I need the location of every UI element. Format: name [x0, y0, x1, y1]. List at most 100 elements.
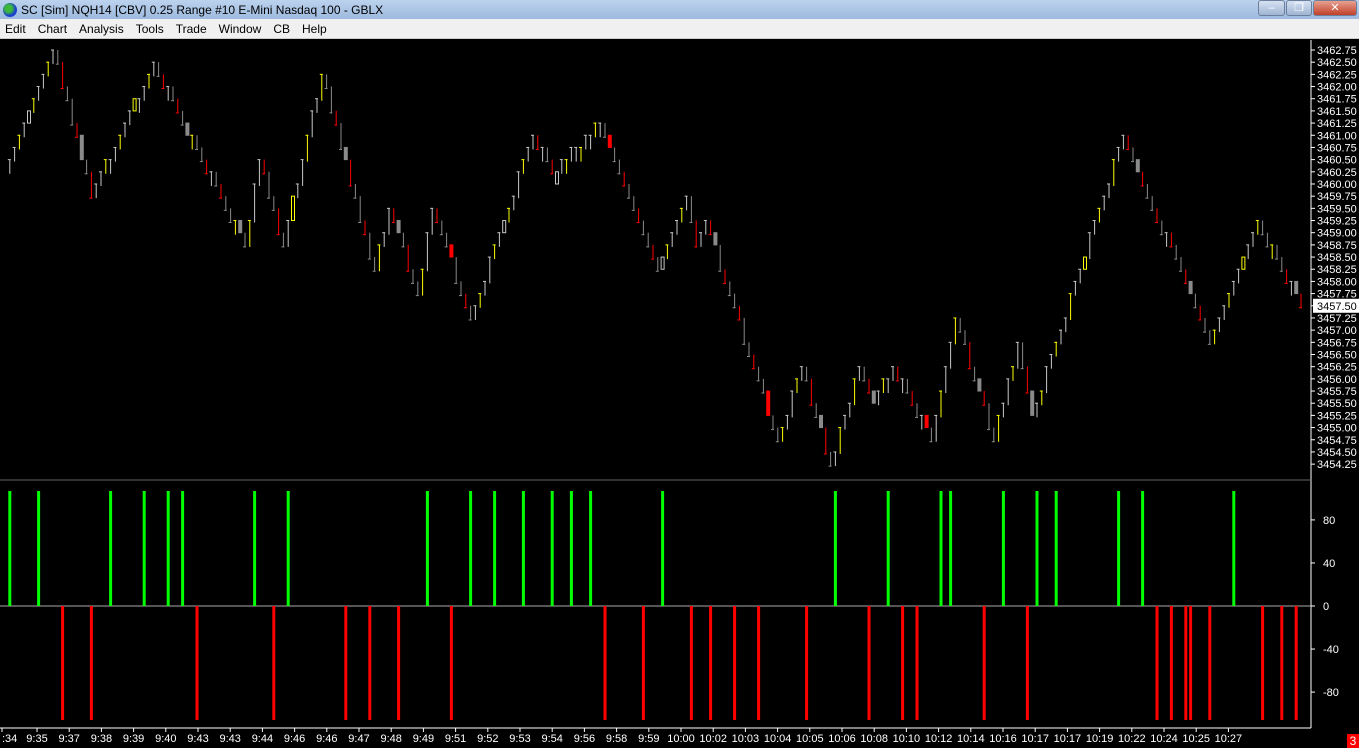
price-bar — [555, 171, 559, 185]
restore-button[interactable]: ❐ — [1286, 0, 1312, 16]
price-label: 3460.25 — [1317, 167, 1357, 179]
price-label: 3457.25 — [1317, 313, 1357, 325]
negative-bar — [61, 606, 65, 720]
time-label: 9:49 — [413, 733, 434, 745]
time-label: 9:58 — [606, 733, 627, 745]
time-label: 10:27 — [1215, 733, 1243, 745]
price-bar — [1083, 256, 1087, 270]
time-label: 10:19 — [1086, 733, 1114, 745]
negative-bar — [89, 606, 93, 720]
price-bar — [238, 220, 243, 234]
price-bar — [79, 134, 84, 161]
price-label: 3459.75 — [1317, 191, 1357, 203]
negative-bar — [195, 606, 199, 720]
negative-bar — [1294, 606, 1298, 720]
time-label: 10:12 — [925, 733, 953, 745]
price-bar — [1188, 280, 1193, 295]
menu-help[interactable]: Help — [297, 22, 334, 36]
price-bar — [396, 220, 401, 234]
price-label: 3458.25 — [1317, 264, 1357, 276]
negative-bar — [757, 606, 761, 720]
time-label: 10:14 — [957, 733, 985, 745]
time-label: 10:05 — [796, 733, 824, 745]
price-bar — [291, 195, 295, 222]
price-bar — [343, 146, 348, 161]
negative-bar — [915, 606, 919, 720]
price-label: 3456.75 — [1317, 337, 1357, 349]
menu-tools[interactable]: Tools — [131, 22, 171, 36]
price-label: 3460.75 — [1317, 142, 1357, 154]
positive-bar — [1141, 491, 1145, 606]
price-bar — [607, 134, 612, 148]
price-bar — [713, 232, 718, 246]
price-label: 3457.50 — [1317, 301, 1357, 313]
positive-bar — [949, 491, 953, 606]
window-title: SC [Sim] NQH14 [CBV] 0.25 Range #10 E-Mi… — [21, 2, 384, 17]
positive-bar — [8, 491, 12, 606]
price-bar — [1030, 390, 1035, 416]
time-label: 9:52 — [477, 733, 498, 745]
time-label: 9:38 — [91, 733, 112, 745]
time-label: 10:22 — [1118, 733, 1146, 745]
negative-bar — [805, 606, 809, 720]
close-button[interactable]: ✕ — [1313, 0, 1357, 16]
time-label: :34 — [2, 733, 17, 745]
positive-bar — [1035, 491, 1039, 606]
time-label: 9:35 — [26, 733, 47, 745]
time-label: 10:00 — [667, 733, 695, 745]
negative-bar — [1025, 606, 1029, 720]
positive-bar — [569, 491, 573, 606]
title-bar: SC [Sim] NQH14 [CBV] 0.25 Range #10 E-Mi… — [0, 0, 1359, 19]
time-label: 9:53 — [509, 733, 530, 745]
time-label: 10:04 — [764, 733, 792, 745]
time-label: 9:43 — [219, 733, 240, 745]
price-bar — [185, 122, 190, 136]
price-label: 3455.00 — [1317, 423, 1357, 435]
time-label: 9:59 — [638, 733, 659, 745]
price-bar — [819, 414, 823, 429]
positive-bar — [142, 491, 146, 606]
price-label: 3462.00 — [1317, 82, 1357, 94]
negative-bar — [1184, 606, 1188, 720]
menu-edit[interactable]: Edit — [0, 22, 33, 36]
minimize-button[interactable]: – — [1258, 0, 1285, 16]
price-label: 3456.50 — [1317, 350, 1357, 362]
price-chart[interactable]: 3462.753462.503462.253462.003461.753461.… — [0, 40, 1359, 748]
positive-bar — [253, 491, 257, 606]
price-label: 3455.25 — [1317, 410, 1357, 422]
menu-window[interactable]: Window — [214, 22, 269, 36]
price-label: 3459.00 — [1317, 228, 1357, 240]
negative-bar — [1155, 606, 1159, 720]
price-label: 3455.50 — [1317, 398, 1357, 410]
price-label: 3460.00 — [1317, 179, 1357, 191]
time-label: 10:03 — [732, 733, 760, 745]
negative-bar — [344, 606, 348, 720]
price-label: 3458.75 — [1317, 240, 1357, 252]
negative-bar — [397, 606, 401, 720]
menu-trade[interactable]: Trade — [171, 22, 214, 36]
positive-bar — [181, 491, 185, 606]
time-label: 9:37 — [58, 733, 79, 745]
app-globe-icon — [3, 2, 17, 17]
negative-bar — [449, 606, 453, 720]
negative-bar — [1208, 606, 1212, 720]
menu-chart[interactable]: Chart — [33, 22, 74, 36]
time-label: 9:47 — [348, 733, 369, 745]
price-label: 3462.50 — [1317, 57, 1357, 69]
price-label: 3459.25 — [1317, 216, 1357, 228]
time-label: 9:51 — [445, 733, 466, 745]
price-label: 3461.50 — [1317, 106, 1357, 118]
time-label: 9:39 — [123, 733, 144, 745]
price-label: 3454.50 — [1317, 447, 1357, 459]
price-bar — [660, 256, 665, 270]
positive-bar — [521, 491, 525, 606]
price-label: 3461.00 — [1317, 130, 1357, 142]
time-label: 10:25 — [1182, 733, 1210, 745]
positive-bar — [1117, 491, 1121, 606]
time-label: 10:10 — [893, 733, 921, 745]
menu-cb[interactable]: CB — [268, 22, 297, 36]
price-label: 3462.75 — [1317, 45, 1357, 57]
menu-analysis[interactable]: Analysis — [74, 22, 131, 36]
time-label: 9:40 — [155, 733, 176, 745]
price-label: 3458.50 — [1317, 252, 1357, 264]
